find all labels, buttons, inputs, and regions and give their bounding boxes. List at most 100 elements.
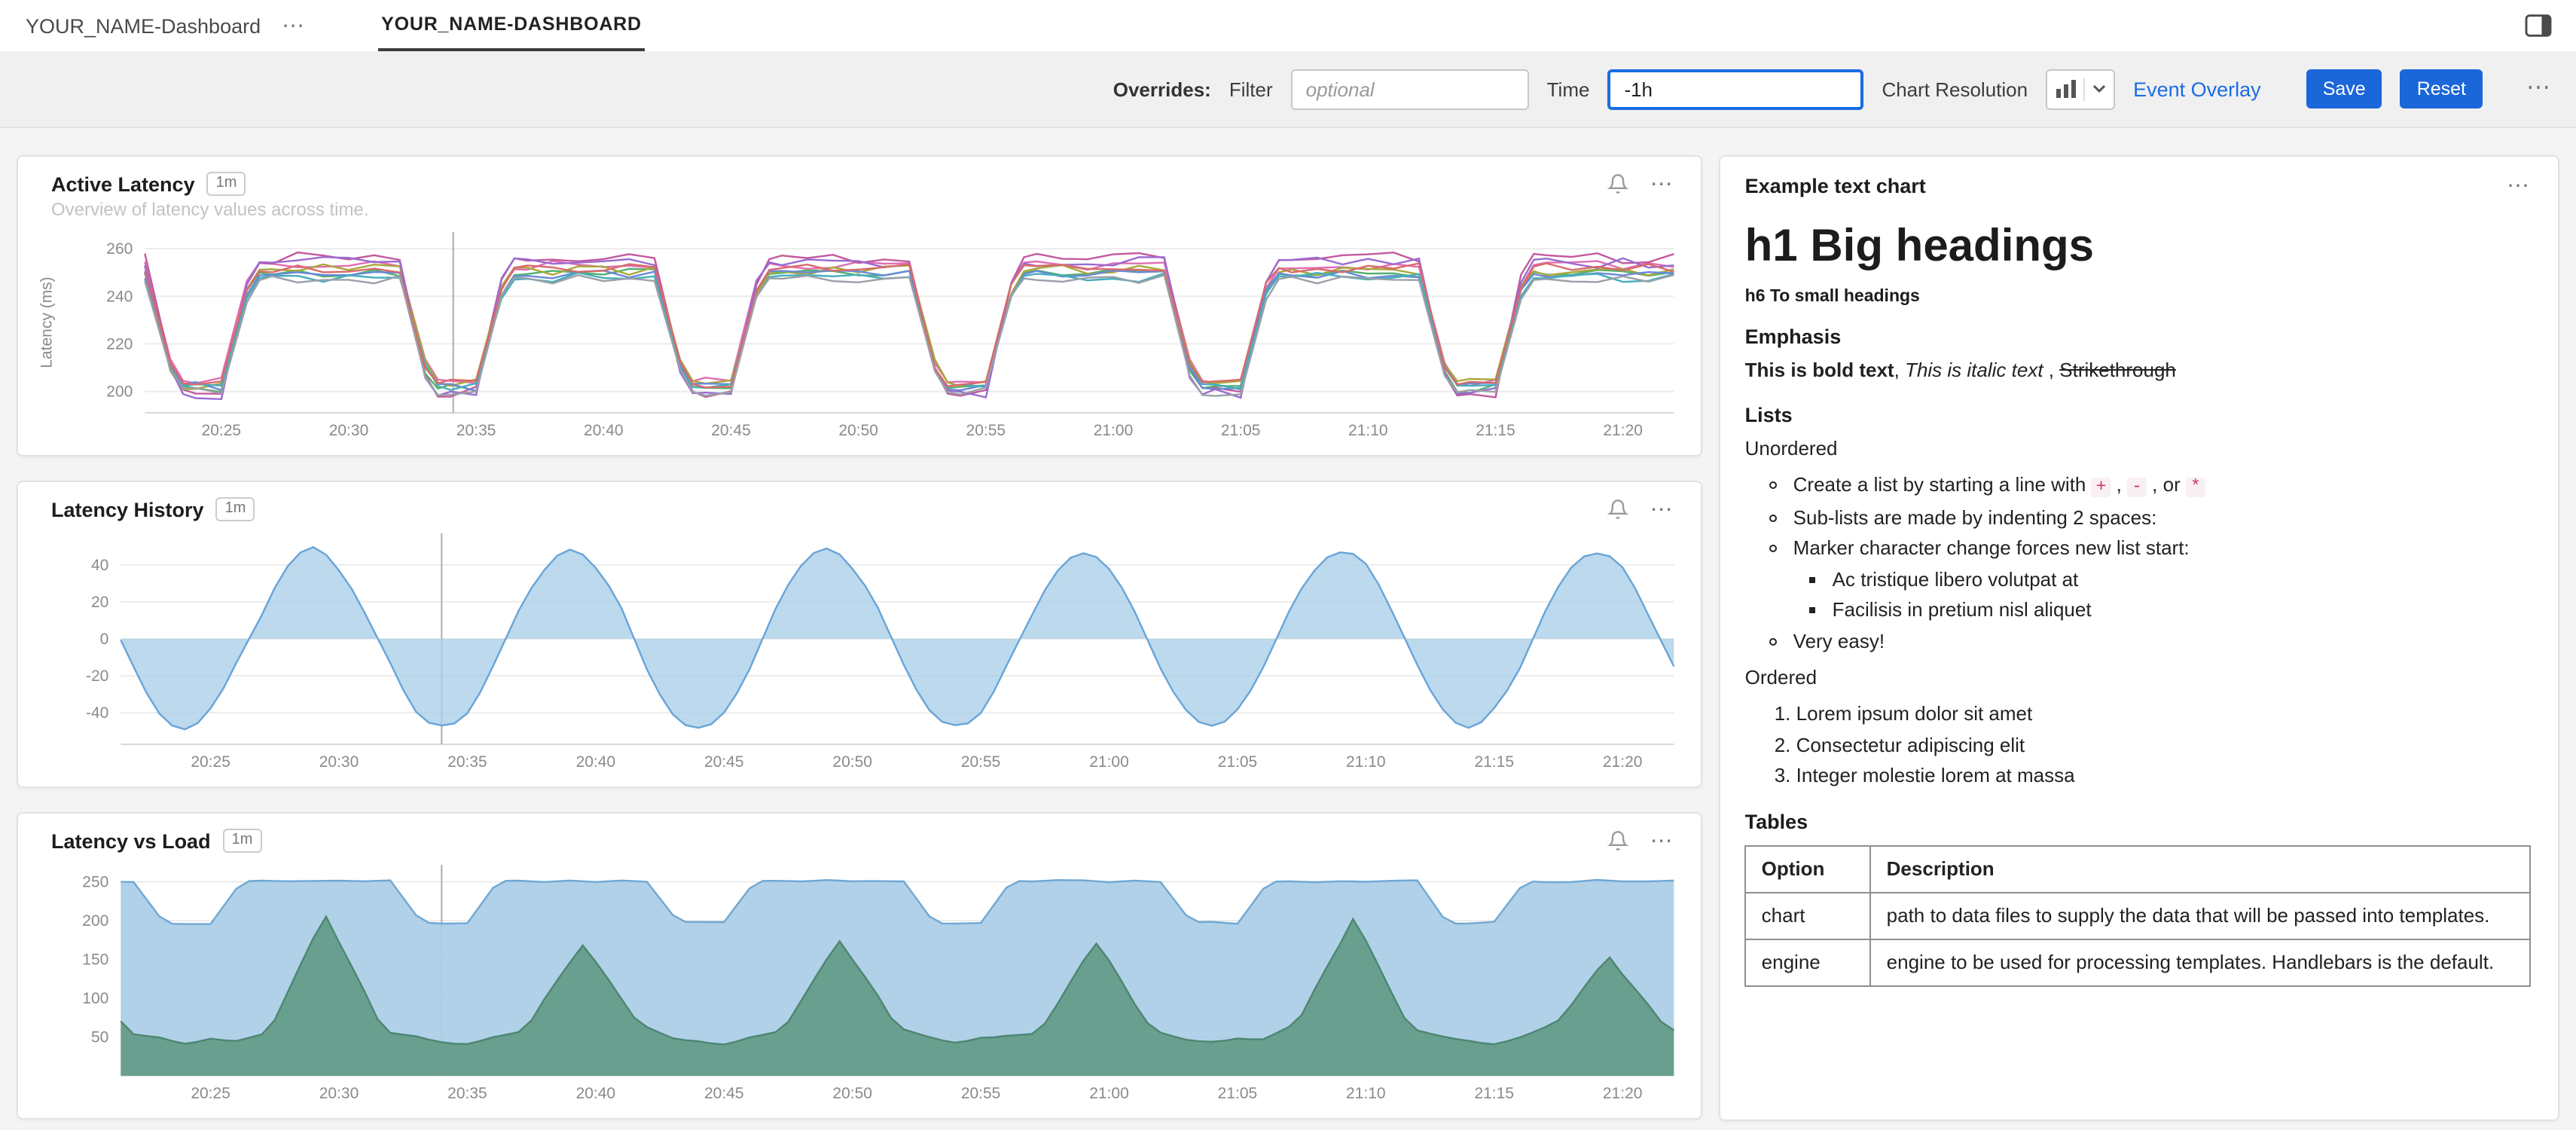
chart-plot[interactable]: 20022024026020:2520:3020:3520:4020:4520:… [33, 220, 1686, 446]
reset-button[interactable]: Reset [2401, 69, 2483, 108]
svg-text:21:00: 21:00 [1089, 1085, 1129, 1102]
table-cell-option: chart [1746, 892, 1871, 939]
svg-text:Latency (ms): Latency (ms) [38, 276, 55, 368]
svg-text:50: 50 [91, 1029, 108, 1046]
svg-text:20:30: 20:30 [329, 422, 369, 439]
charts-column: Active Latency 1m ⋯ Overview of latency … [17, 155, 1703, 1119]
svg-text:-40: -40 [86, 704, 108, 722]
text-chart-card: Example text chart ⋯ h1 Big headings h6 … [1720, 155, 2559, 1121]
svg-text:21:05: 21:05 [1221, 422, 1261, 439]
chart-card-latency-vs-load: Latency vs Load 1m ⋯ 5010015020025020:25… [17, 812, 1703, 1119]
markdown-content: h1 Big headings h6 To small headings Emp… [1721, 197, 2558, 987]
event-overlay-link[interactable]: Event Overlay [2133, 78, 2261, 100]
svg-text:20:50: 20:50 [832, 1085, 872, 1102]
svg-text:20:25: 20:25 [202, 422, 242, 439]
md-list-item: Very easy! [1793, 628, 2531, 655]
svg-text:21:00: 21:00 [1094, 422, 1134, 439]
md-code-minus: - [2127, 478, 2147, 498]
time-input[interactable] [1607, 69, 1863, 109]
chart-plot[interactable]: 5010015020025020:2520:3020:3520:4020:452… [33, 853, 1686, 1109]
md-code-plus: + [2092, 478, 2111, 498]
svg-text:40: 40 [91, 557, 108, 574]
resolution-badge: 1m [216, 497, 255, 521]
chart-plot[interactable]: -40-200204020:2520:3020:3520:4020:4520:5… [33, 521, 1686, 777]
md-tables-heading: Tables [1745, 810, 2531, 832]
md-unordered-list: Create a list by starting a line with + … [1745, 472, 2531, 655]
active-latency-chart[interactable]: 20022024026020:2520:3020:3520:4020:4520:… [33, 220, 1686, 446]
svg-text:20:40: 20:40 [576, 1085, 616, 1102]
md-list-item: Marker character change forces new list … [1793, 535, 2531, 625]
svg-text:20:30: 20:30 [319, 753, 359, 771]
chart-subtitle: Overview of latency values across time. [51, 199, 1683, 220]
alert-bell-icon[interactable] [1608, 173, 1629, 194]
table-cell-option: engine [1746, 939, 1871, 986]
table-row: chart path to data files to supply the d… [1746, 892, 2530, 939]
svg-text:20:40: 20:40 [576, 753, 616, 771]
chart-menu-icon[interactable]: ⋯ [1650, 173, 1674, 195]
chart-card-active-latency: Active Latency 1m ⋯ Overview of latency … [17, 155, 1703, 457]
svg-text:20:50: 20:50 [838, 422, 878, 439]
chart-resolution-label: Chart Resolution [1882, 78, 2028, 100]
md-ordered-label: Ordered [1745, 664, 2531, 692]
svg-text:21:15: 21:15 [1476, 422, 1515, 439]
alert-bell-icon[interactable] [1608, 499, 1629, 520]
md-h1: h1 Big headings [1745, 221, 2531, 273]
md-list-item-text: , or [2147, 474, 2186, 496]
md-nested-list: Ac tristique libero volutpat at Facilisi… [1793, 566, 2531, 625]
resolution-badge: 1m [207, 172, 246, 196]
table-cell-description: path to data files to supply the data th… [1871, 892, 2530, 939]
latency-vs-load-chart[interactable]: 5010015020025020:2520:3020:3520:4020:452… [33, 853, 1686, 1109]
dashboard-grid: Active Latency 1m ⋯ Overview of latency … [0, 128, 2576, 1121]
filter-input[interactable] [1291, 69, 1529, 109]
toolbar-menu-icon[interactable]: ⋯ [2526, 77, 2552, 101]
md-table: Option Description chart path to data fi… [1745, 844, 2531, 987]
chart-menu-icon[interactable]: ⋯ [2507, 175, 2531, 197]
dashboard-app: YOUR_NAME-Dashboard ⋯ YOUR_NAME-DASHBOAR… [0, 0, 2576, 1130]
svg-text:100: 100 [82, 990, 108, 1007]
svg-text:21:10: 21:10 [1346, 753, 1386, 771]
svg-text:20:45: 20:45 [704, 1085, 744, 1102]
svg-text:20:25: 20:25 [191, 1085, 230, 1102]
md-list-item-text: Marker character change forces new list … [1793, 536, 2190, 559]
filter-label: Filter [1229, 78, 1273, 100]
chevron-down-icon [2092, 84, 2105, 93]
svg-text:20:35: 20:35 [456, 422, 496, 439]
latency-history-chart[interactable]: -40-200204020:2520:3020:3520:4020:4520:5… [33, 521, 1686, 777]
table-header-row: Option Description [1746, 845, 2530, 892]
md-list-item: Sub-lists are made by indenting 2 spaces… [1793, 504, 2531, 532]
table-header-option: Option [1746, 845, 1871, 892]
md-lists-heading: Lists [1745, 404, 2531, 426]
dashboard-menu-icon[interactable]: ⋯ [282, 14, 306, 37]
svg-text:150: 150 [82, 951, 108, 969]
svg-text:21:10: 21:10 [1348, 422, 1388, 439]
svg-text:20:45: 20:45 [711, 422, 751, 439]
svg-text:20:35: 20:35 [447, 753, 487, 771]
time-label: Time [1547, 78, 1590, 100]
md-code-star: * [2186, 478, 2205, 498]
svg-text:20:40: 20:40 [584, 422, 624, 439]
dropdown-divider [2083, 78, 2084, 100]
md-list-item: Create a list by starting a line with + … [1793, 472, 2531, 502]
chart-menu-icon[interactable]: ⋯ [1650, 498, 1674, 521]
chart-title: Latency History [51, 498, 204, 521]
svg-text:21:00: 21:00 [1089, 753, 1129, 771]
md-unordered-label: Unordered [1745, 435, 2531, 463]
tab-dashboard[interactable]: YOUR_NAME-DASHBOARD [378, 0, 645, 51]
md-emphasis-line: This is bold text, This is italic text ,… [1745, 357, 2531, 384]
chart-menu-icon[interactable]: ⋯ [1650, 829, 1674, 852]
svg-text:20:55: 20:55 [966, 422, 1006, 439]
md-separator: , [2043, 359, 2060, 381]
chart-card-latency-history: Latency History 1m ⋯ -40-200204020:2520:… [17, 481, 1703, 788]
alert-bell-icon[interactable] [1608, 830, 1629, 851]
dashboard-title[interactable]: YOUR_NAME-Dashboard [26, 14, 261, 37]
svg-text:21:15: 21:15 [1474, 1085, 1514, 1102]
md-list-item-text: , [2111, 474, 2127, 496]
side-panel-toggle-icon[interactable] [2525, 14, 2552, 38]
top-bar: YOUR_NAME-Dashboard ⋯ YOUR_NAME-DASHBOAR… [0, 0, 2576, 51]
svg-text:21:15: 21:15 [1474, 753, 1514, 771]
save-button[interactable]: Save [2306, 69, 2382, 108]
md-bold-text: This is bold text [1745, 359, 1894, 381]
chart-resolution-dropdown[interactable] [2046, 69, 2115, 109]
svg-text:21:20: 21:20 [1603, 753, 1643, 771]
chart-title: Latency vs Load [51, 829, 211, 852]
